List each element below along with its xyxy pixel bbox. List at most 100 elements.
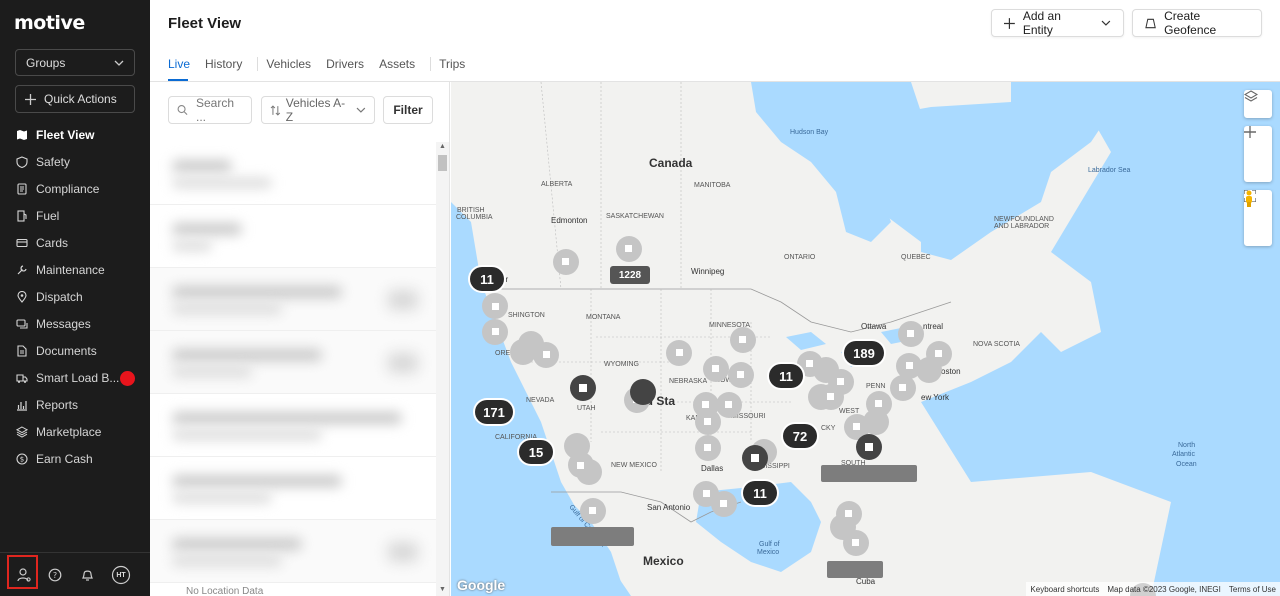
terms-link[interactable]: Terms of Use — [1229, 585, 1276, 594]
avatar-initials: HT — [116, 571, 126, 579]
list-item[interactable] — [150, 142, 436, 205]
sort-dropdown[interactable]: Vehicles A-Z — [261, 96, 375, 124]
map-label-cuba: Cuba — [856, 577, 876, 586]
svg-text:?: ? — [53, 571, 57, 580]
map-label-montana: MONTANA — [586, 314, 621, 321]
svg-text:Atlantic: Atlantic — [1172, 451, 1195, 458]
sidebar-item-messages[interactable]: Messages — [0, 310, 150, 337]
groups-dropdown[interactable]: Groups — [15, 49, 135, 76]
list-item[interactable] — [150, 331, 436, 394]
cluster-count: 15 — [528, 444, 544, 460]
list-item[interactable] — [150, 268, 436, 331]
sidebar-item-smart-load-b[interactable]: Smart Load B... — [0, 364, 150, 391]
quick-actions-button[interactable]: Quick Actions — [15, 85, 135, 113]
map-label-pennsylvania: PENN — [866, 383, 885, 390]
cluster-badge[interactable]: 189 — [844, 341, 884, 365]
search-input[interactable]: Search ... — [168, 96, 252, 124]
sidebar-item-label: Smart Load B... — [36, 370, 120, 385]
sidebar-nav: Fleet View Safety Compliance Fuel Cards Maint… — [0, 121, 150, 472]
cluster-badge[interactable]: 72 — [783, 424, 817, 448]
page-header: Fleet View Add an Entity Create Geofence… — [150, 0, 1280, 82]
svg-text:$: $ — [20, 455, 24, 463]
cluster-badge[interactable]: 171 — [475, 400, 513, 424]
sidebar-item-compliance[interactable]: Compliance — [0, 175, 150, 202]
sidebar-item-documents[interactable]: Documents — [0, 337, 150, 364]
map-label-oregon: ORE — [495, 350, 511, 357]
map-label-ontario: ONTARIO — [784, 254, 816, 261]
map-label-san-antonio: San Antonio — [647, 503, 691, 512]
card-icon — [16, 238, 28, 247]
sidebar-item-fuel[interactable]: Fuel — [0, 202, 150, 229]
layers-button[interactable] — [1244, 90, 1272, 118]
chart-icon — [17, 400, 27, 411]
list-item[interactable] — [150, 205, 436, 268]
add-entity-button[interactable]: Add an Entity — [991, 9, 1124, 37]
map-footer: Keyboard shortcuts Map data ©2023 Google… — [1026, 582, 1280, 596]
map-label-winnipeg: Winnipeg — [691, 267, 724, 276]
bell-icon[interactable] — [77, 565, 97, 585]
search-icon — [177, 105, 188, 115]
help-icon[interactable]: ? — [45, 565, 65, 585]
create-geofence-button[interactable]: Create Geofence — [1132, 9, 1262, 37]
cluster-count: 72 — [792, 428, 808, 444]
cluster-badge[interactable]: 15 — [519, 440, 553, 464]
sidebar-item-label: Safety — [36, 154, 71, 169]
list-item[interactable] — [150, 457, 436, 520]
svg-text:COLUMBIA: COLUMBIA — [456, 214, 493, 221]
map-label-washington: SHINGTON — [508, 312, 545, 319]
map-label-wyoming: WYOMING — [604, 361, 639, 368]
sidebar-item-marketplace[interactable]: Marketplace — [0, 418, 150, 445]
sidebar-item-label: Maintenance — [36, 262, 105, 277]
map-data-attribution: Map data ©2023 Google, INEGI — [1107, 584, 1221, 594]
fleet-map[interactable]: Canada Hudson Bay Labrador Sea ALBERTA B… — [451, 82, 1280, 596]
sidebar-item-label: Cards — [36, 235, 69, 250]
avatar[interactable]: HT — [111, 565, 131, 585]
no-location-text: No Location Data — [186, 586, 264, 596]
map-label-new-york: ew York — [921, 393, 950, 402]
cluster-count: 171 — [483, 404, 505, 420]
zoom-controls — [1244, 126, 1272, 182]
list-item[interactable] — [150, 520, 436, 583]
cluster-count: 1228 — [618, 269, 642, 281]
cluster-badge[interactable]: 11 — [769, 364, 803, 388]
shield-icon — [16, 155, 28, 168]
map-label-montreal: ntreal — [923, 322, 943, 331]
vehicle-list-panel: Search ... Vehicles A-Z Filter No Locati… — [150, 82, 450, 596]
map-label-north-atlantic: North — [1178, 442, 1195, 449]
search-placeholder: Search ... — [195, 96, 235, 124]
map-label-nebraska: NEBRASKA — [669, 378, 707, 385]
scroll-down-icon[interactable]: ▼ — [438, 586, 447, 595]
tab-vehicles[interactable]: Vehicles — [266, 57, 318, 81]
filter-button[interactable]: Filter — [383, 96, 433, 124]
map-extra-controls — [1244, 190, 1272, 246]
cluster-badge[interactable]: 1228 — [610, 266, 650, 284]
sidebar-item-earn-cash[interactable]: $ Earn Cash — [0, 445, 150, 472]
cluster-badge[interactable]: 11 — [470, 267, 504, 291]
map-canvas[interactable]: Canada Hudson Bay Labrador Sea ALBERTA B… — [451, 82, 1280, 596]
sidebar-item-dispatch[interactable]: Dispatch — [0, 283, 150, 310]
sidebar-item-maintenance[interactable]: Maintenance — [0, 256, 150, 283]
tab-assets[interactable]: Assets — [379, 57, 422, 81]
tab-history[interactable]: History — [205, 57, 249, 81]
sidebar-item-label: Fuel — [36, 208, 60, 223]
sidebar-item-fleet-view[interactable]: Fleet View — [0, 121, 150, 148]
keyboard-shortcuts-link[interactable]: Keyboard shortcuts — [1030, 585, 1099, 594]
tab-drivers[interactable]: Drivers — [326, 57, 371, 81]
motive-logo[interactable]: motive — [14, 12, 85, 34]
tab-live[interactable]: Live — [168, 57, 197, 81]
cluster-count: 11 — [779, 368, 793, 384]
sidebar-item-reports[interactable]: Reports — [0, 391, 150, 418]
sidebar-item-cards[interactable]: Cards — [0, 229, 150, 256]
list-scrollbar[interactable]: ▲ ▼ — [436, 142, 449, 596]
map-label-edmonton: Edmonton — [551, 216, 587, 225]
chevron-down-icon — [114, 60, 124, 66]
scroll-thumb[interactable] — [438, 155, 447, 171]
tab-trips[interactable]: Trips — [439, 57, 472, 81]
scroll-up-icon[interactable]: ▲ — [438, 143, 447, 152]
map-label-nova-scotia: NOVA SCOTIA — [973, 341, 1020, 348]
list-item[interactable] — [150, 394, 436, 457]
sidebar-item-safety[interactable]: Safety — [0, 148, 150, 175]
sidebar: motive Groups Quick Actions Fleet View Sa… — [0, 0, 150, 596]
map-label-mexico: Mexico — [643, 554, 684, 568]
cluster-badge[interactable]: 11 — [743, 481, 777, 505]
